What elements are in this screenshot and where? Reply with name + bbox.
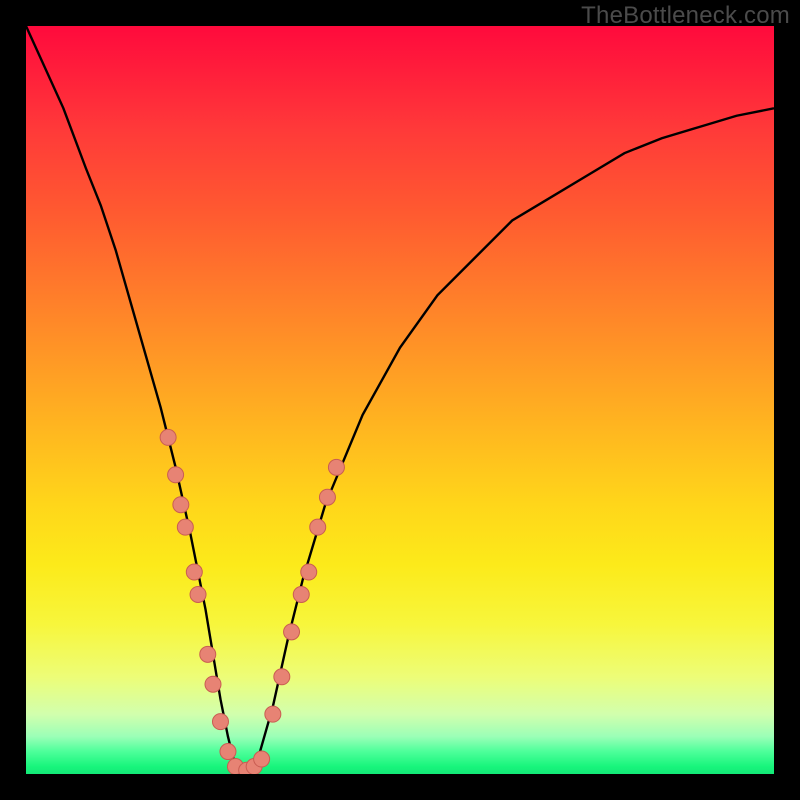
watermark-text: TheBottleneck.com xyxy=(581,2,790,30)
data-marker xyxy=(212,714,228,730)
data-marker xyxy=(173,497,189,513)
data-marker xyxy=(177,519,193,535)
marker-group xyxy=(160,429,344,774)
data-marker xyxy=(186,564,202,580)
data-marker xyxy=(274,669,290,685)
curve-svg xyxy=(26,26,774,774)
data-marker xyxy=(190,586,206,602)
data-marker xyxy=(160,429,176,445)
data-marker xyxy=(301,564,317,580)
data-marker xyxy=(220,744,236,760)
data-marker xyxy=(254,751,270,767)
data-marker xyxy=(284,624,300,640)
bottleneck-curve xyxy=(26,26,774,774)
data-marker xyxy=(200,646,216,662)
data-marker xyxy=(293,586,309,602)
data-marker xyxy=(205,676,221,692)
plot-area xyxy=(26,26,774,774)
data-marker xyxy=(319,489,335,505)
data-marker xyxy=(310,519,326,535)
data-marker xyxy=(328,459,344,475)
data-marker xyxy=(265,706,281,722)
outer-frame: TheBottleneck.com xyxy=(0,0,800,800)
data-marker xyxy=(168,467,184,483)
